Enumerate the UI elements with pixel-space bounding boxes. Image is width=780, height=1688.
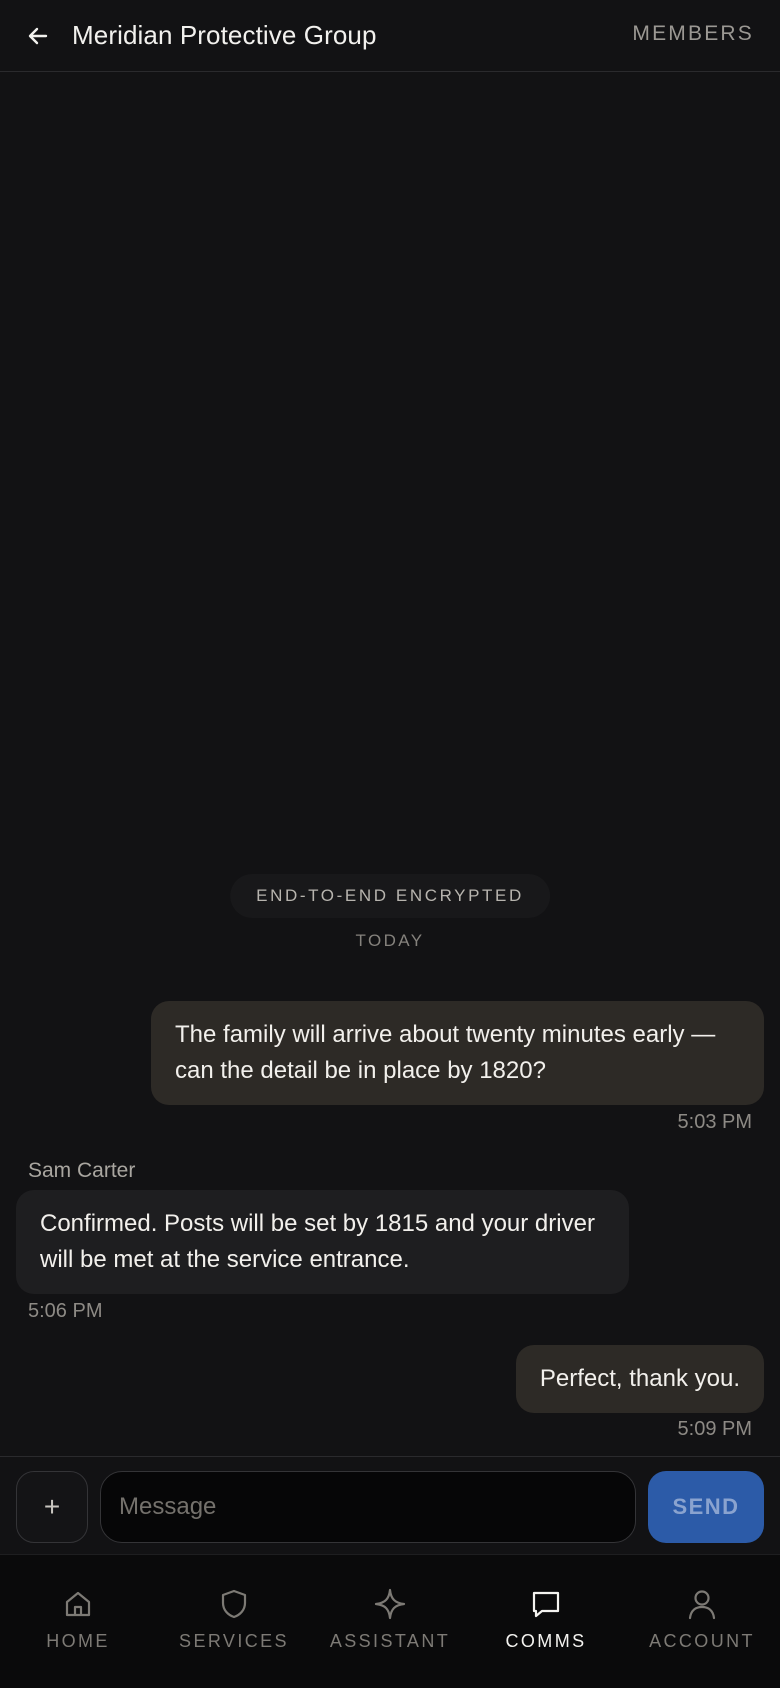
nav-item-account[interactable]: ACCOUNT [624, 1587, 780, 1652]
nav-item-label: SERVICES [179, 1631, 289, 1651]
day-separator: TODAY [355, 931, 425, 950]
bottom-navigation: HOME SERVICES ASSISTANT COMMS ACCOUNT [0, 1554, 780, 1688]
nav-item-home[interactable]: HOME [0, 1587, 156, 1652]
nav-item-label: ASSISTANT [329, 1631, 451, 1651]
chat-bubble-icon [532, 1591, 560, 1618]
message-bubble-outgoing[interactable]: Perfect, thank you. [515, 1345, 764, 1413]
nav-item-label: HOME [46, 1631, 110, 1651]
send-button[interactable]: SEND [648, 1471, 764, 1543]
message-text: The family will arrive about twenty minu… [175, 1021, 716, 1084]
shield-icon [221, 1589, 247, 1619]
encryption-notice: END-TO-END ENCRYPTED [230, 874, 550, 918]
app-root: Meridian Protective Group MEMBERS END-TO… [0, 0, 780, 1688]
attach-button[interactable]: + [16, 1471, 88, 1543]
message-timestamp: 5:09 PM [677, 1418, 752, 1440]
message-text: Confirmed. Posts will be set by 1815 and… [40, 1210, 595, 1273]
message-text: Perfect, thank you. [539, 1365, 740, 1392]
nav-item-label: COMMS [505, 1631, 587, 1651]
top-bar: Meridian Protective Group MEMBERS [0, 0, 780, 72]
sender-name: Sam Carter [28, 1159, 136, 1182]
home-icon [65, 1591, 91, 1617]
nav-item-comms[interactable]: COMMS [468, 1587, 624, 1652]
members-button[interactable]: MEMBERS [632, 22, 754, 46]
person-icon [688, 1590, 716, 1620]
message-bubble-incoming[interactable]: Confirmed. Posts will be set by 1815 and… [16, 1190, 629, 1294]
arrow-left-icon [28, 27, 48, 45]
nav-item-label: ACCOUNT [649, 1631, 755, 1651]
message-timestamp: 5:03 PM [677, 1111, 752, 1133]
message-input[interactable] [100, 1471, 636, 1543]
message-bubble-outgoing[interactable]: The family will arrive about twenty minu… [151, 1001, 764, 1105]
nav-item-assistant[interactable]: ASSISTANT [312, 1587, 468, 1652]
back-button[interactable] [18, 16, 58, 56]
message-list[interactable]: END-TO-END ENCRYPTED TODAY The family wi… [0, 73, 780, 1456]
conversation-title: Meridian Protective Group [72, 20, 377, 50]
sparkle-icon [374, 1588, 406, 1620]
message-composer: + SEND [0, 1456, 780, 1554]
nav-item-services[interactable]: SERVICES [156, 1587, 312, 1652]
message-timestamp: 5:06 PM [28, 1300, 103, 1322]
